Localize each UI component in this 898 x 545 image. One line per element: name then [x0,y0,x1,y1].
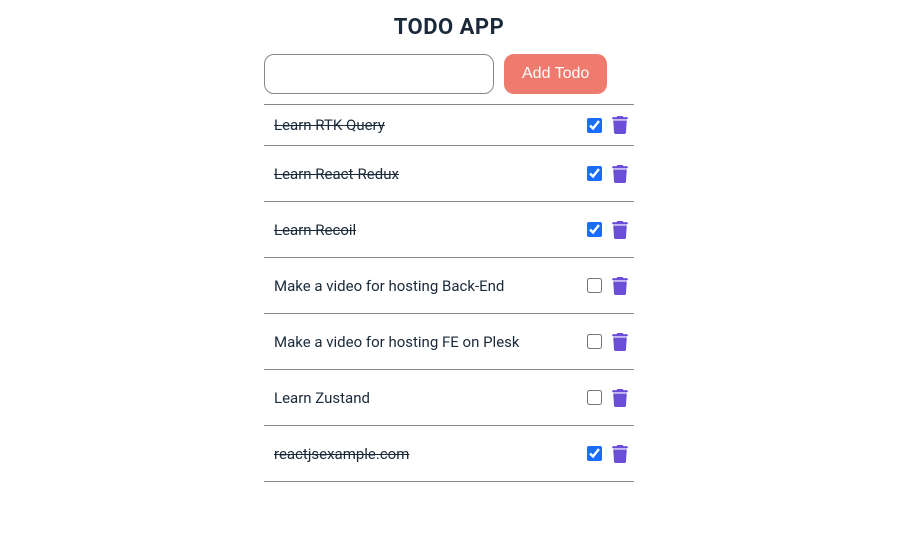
todo-text: Learn React-Redux [274,165,587,183]
todo-text: Make a video for hosting FE on Plesk [274,333,587,351]
todo-item: Learn Recoil [264,202,634,258]
todo-list: Learn RTK Query Learn React-Redux Learn Re… [264,104,634,482]
todo-app: TODO APP Add Todo Learn RTK QueryLearn R… [264,15,634,545]
todo-controls [587,277,628,295]
todo-checkbox[interactable] [587,166,602,181]
new-todo-input[interactable] [264,54,494,94]
trash-icon[interactable] [612,445,628,463]
trash-icon[interactable] [612,333,628,351]
todo-item: Learn React-Redux [264,146,634,202]
todo-controls [587,389,628,407]
todo-controls [587,165,628,183]
todo-controls [587,221,628,239]
todo-text: Make a video for hosting Back-End [274,277,587,295]
add-todo-form: Add Todo [264,54,634,94]
todo-checkbox[interactable] [587,222,602,237]
todo-item: Make a video for hosting FE on Plesk [264,314,634,370]
todo-checkbox[interactable] [587,278,602,293]
todo-checkbox[interactable] [587,446,602,461]
todo-checkbox[interactable] [587,334,602,349]
todo-controls [587,116,628,134]
todo-controls [587,333,628,351]
trash-icon[interactable] [612,221,628,239]
todo-text: Learn Recoil [274,221,587,239]
todo-checkbox[interactable] [587,118,602,133]
trash-icon[interactable] [612,116,628,134]
todo-text: reactjsexample.com [274,445,587,463]
add-todo-button[interactable]: Add Todo [504,54,607,94]
todo-item: reactjsexample.com [264,426,634,482]
trash-icon[interactable] [612,389,628,407]
todo-text: Learn Zustand [274,389,587,407]
todo-item: Learn Zustand [264,370,634,426]
todo-controls [587,445,628,463]
trash-icon[interactable] [612,277,628,295]
todo-checkbox[interactable] [587,390,602,405]
todo-text: Learn RTK Query [274,116,587,134]
todo-list-scroll[interactable]: Learn RTK Query Learn React-Redux Learn Re… [264,104,634,504]
page-title: TODO APP [394,15,505,40]
trash-icon[interactable] [612,165,628,183]
todo-item: Make a video for hosting Back-End [264,258,634,314]
todo-item: Learn RTK Query [264,104,634,146]
